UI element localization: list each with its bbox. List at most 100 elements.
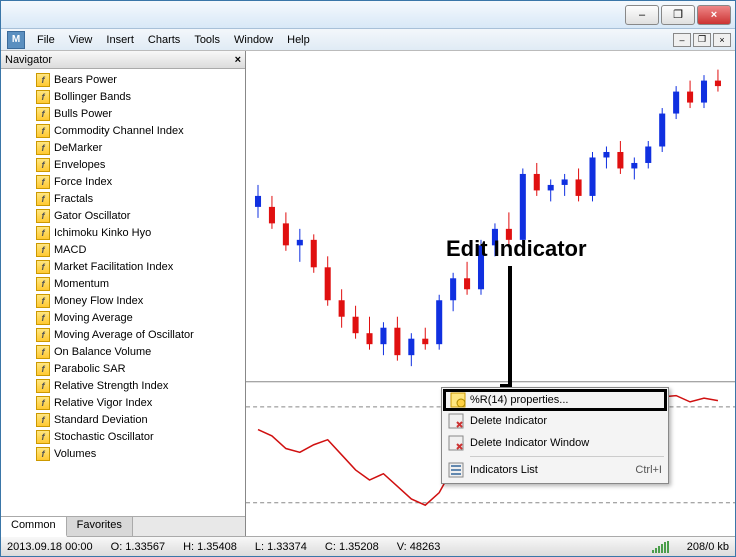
tree-item-label: Parabolic SAR bbox=[54, 363, 126, 375]
tree-item-label: Relative Vigor Index bbox=[54, 397, 152, 409]
app-icon: M bbox=[7, 31, 25, 49]
tree-item-label: Moving Average of Oscillator bbox=[54, 329, 194, 341]
tree-item-label: Standard Deviation bbox=[54, 414, 148, 426]
tree-item-label: Fractals bbox=[54, 193, 93, 205]
tree-item[interactable]: f Envelopes bbox=[1, 156, 245, 173]
indicator-icon: f bbox=[36, 73, 50, 87]
tree-item[interactable]: fMarket Facilitation Index bbox=[1, 258, 245, 275]
navigator-title: Navigator bbox=[5, 54, 52, 66]
menu-file[interactable]: File bbox=[37, 34, 55, 46]
list-icon bbox=[448, 462, 464, 478]
indicator-icon: f bbox=[36, 90, 50, 104]
tree-item-label: Commodity Channel Index bbox=[54, 125, 184, 137]
status-date: 2013.09.18 00:00 bbox=[7, 541, 93, 553]
tree-item[interactable]: fIchimoku Kinko Hyo bbox=[1, 224, 245, 241]
menu-insert[interactable]: Insert bbox=[106, 34, 134, 46]
tree-item-label: Bollinger Bands bbox=[54, 91, 131, 103]
status-bar: 2013.09.18 00:00 O: 1.33567 H: 1.35408 L… bbox=[1, 536, 735, 556]
tree-item[interactable]: f Moving Average of Oscillator bbox=[1, 326, 245, 343]
indicator-icon: f bbox=[36, 447, 50, 461]
ctx-indicators-list[interactable]: Indicators List Ctrl+I bbox=[444, 459, 666, 481]
tree-item-label: Volumes bbox=[54, 448, 96, 460]
ctx-list-label: Indicators List bbox=[470, 464, 538, 476]
delete-window-icon bbox=[448, 435, 464, 451]
delete-icon bbox=[448, 413, 464, 429]
status-kb: 208/0 kb bbox=[687, 541, 729, 553]
menu-charts[interactable]: Charts bbox=[148, 34, 180, 46]
indicator-icon: f bbox=[36, 379, 50, 393]
tree-item[interactable]: fDeMarker bbox=[1, 139, 245, 156]
ctx-delete-indicator[interactable]: Delete Indicator bbox=[444, 410, 666, 432]
tree-item[interactable]: fRelative Vigor Index bbox=[1, 394, 245, 411]
restore-button[interactable]: ❐ bbox=[661, 5, 695, 25]
indicator-icon: f bbox=[36, 345, 50, 359]
tree-item-label: Envelopes bbox=[54, 159, 105, 171]
indicator-icon: f bbox=[36, 430, 50, 444]
tree-item[interactable]: f Standard Deviation bbox=[1, 411, 245, 428]
tree-item[interactable]: fRelative Strength Index bbox=[1, 377, 245, 394]
indicator-icon: f bbox=[36, 328, 50, 342]
indicator-icon: f bbox=[36, 413, 50, 427]
ctx-delete-window[interactable]: Delete Indicator Window bbox=[444, 432, 666, 454]
menubar: File View Insert Charts Tools Window Hel… bbox=[37, 34, 310, 46]
mdi-restore-button[interactable]: ❐ bbox=[693, 33, 711, 47]
tree-item-label: Force Index bbox=[54, 176, 112, 188]
main-area: Navigator × fBears PowerfBollinger Bands… bbox=[1, 51, 735, 536]
close-button[interactable]: × bbox=[697, 5, 731, 25]
minimize-button[interactable]: – bbox=[625, 5, 659, 25]
indicator-icon: f bbox=[36, 192, 50, 206]
tree-item[interactable]: fMomentum bbox=[1, 275, 245, 292]
chart-area[interactable]: Edit Indicator %R(14) properties... Dele… bbox=[246, 51, 735, 536]
indicator-icon: f bbox=[36, 141, 50, 155]
indicator-icon: f bbox=[36, 124, 50, 138]
tree-item-label: Ichimoku Kinko Hyo bbox=[54, 227, 151, 239]
indicator-icon: f bbox=[36, 311, 50, 325]
status-high: H: 1.35408 bbox=[183, 541, 237, 553]
tree-item[interactable]: f Commodity Channel Index bbox=[1, 122, 245, 139]
tree-item-label: Gator Oscillator bbox=[54, 210, 130, 222]
navigator-header: Navigator × bbox=[1, 51, 245, 69]
tree-item[interactable]: fMoney Flow Index bbox=[1, 292, 245, 309]
navigator-close-button[interactable]: × bbox=[235, 54, 241, 66]
tab-common[interactable]: Common bbox=[1, 517, 67, 537]
ctx-delete-indicator-label: Delete Indicator bbox=[470, 415, 547, 427]
tree-item[interactable]: fMoving Average bbox=[1, 309, 245, 326]
menu-help[interactable]: Help bbox=[287, 34, 310, 46]
tree-item[interactable]: fOn Balance Volume bbox=[1, 343, 245, 360]
tree-item-label: Money Flow Index bbox=[54, 295, 143, 307]
menu-window[interactable]: Window bbox=[234, 34, 273, 46]
tree-item[interactable]: f Bulls Power bbox=[1, 105, 245, 122]
titlebar: – ❐ × bbox=[1, 1, 735, 29]
ctx-list-shortcut: Ctrl+I bbox=[635, 464, 662, 476]
tree-item[interactable]: f Force Index bbox=[1, 173, 245, 190]
tree-item-label: Stochastic Oscillator bbox=[54, 431, 154, 443]
annotation-arrow bbox=[500, 266, 560, 396]
tree-item-label: Momentum bbox=[54, 278, 109, 290]
tree-item[interactable]: fParabolic SAR bbox=[1, 360, 245, 377]
indicator-icon: f bbox=[36, 158, 50, 172]
navigator-tree[interactable]: fBears PowerfBollinger BandsfBulls Power… bbox=[1, 69, 245, 516]
tree-item[interactable]: fGator Oscillator bbox=[1, 207, 245, 224]
mdi-close-button[interactable]: × bbox=[713, 33, 731, 47]
status-volume: V: 48263 bbox=[397, 541, 441, 553]
tree-item-label: Bulls Power bbox=[54, 108, 112, 120]
tree-item[interactable]: f Volumes bbox=[1, 445, 245, 462]
tree-item-label: MACD bbox=[54, 244, 86, 256]
annotation-label: Edit Indicator bbox=[446, 236, 587, 262]
navigator-panel: Navigator × fBears PowerfBollinger Bands… bbox=[1, 51, 246, 536]
ctx-delete-window-label: Delete Indicator Window bbox=[470, 437, 589, 449]
menu-tools[interactable]: Tools bbox=[194, 34, 220, 46]
ctx-properties[interactable]: %R(14) properties... bbox=[443, 389, 667, 411]
tree-item[interactable]: fMACD bbox=[1, 241, 245, 258]
indicator-icon: f bbox=[36, 175, 50, 189]
tree-item[interactable]: f Bollinger Bands bbox=[1, 88, 245, 105]
tree-item[interactable]: f Fractals bbox=[1, 190, 245, 207]
mdi-minimize-button[interactable]: – bbox=[673, 33, 691, 47]
tree-item[interactable]: fBears Power bbox=[1, 71, 245, 88]
tab-favorites[interactable]: Favorites bbox=[67, 517, 133, 536]
tree-item-label: Market Facilitation Index bbox=[54, 261, 173, 273]
indicator-icon: f bbox=[36, 107, 50, 121]
mdi-controls: – ❐ × bbox=[673, 33, 731, 47]
menu-view[interactable]: View bbox=[69, 34, 93, 46]
tree-item[interactable]: f Stochastic Oscillator bbox=[1, 428, 245, 445]
